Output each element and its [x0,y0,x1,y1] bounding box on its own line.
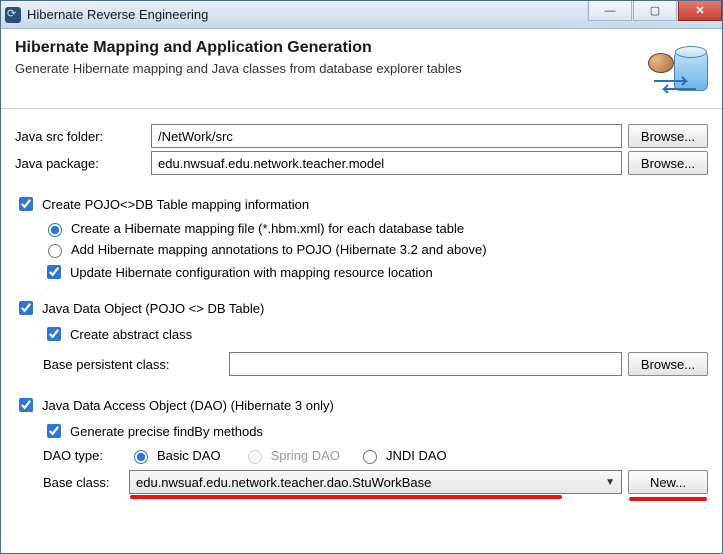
dao-checkbox[interactable] [19,398,33,412]
dialog-window: Hibernate Reverse Engineering — ▢ ✕ Hibe… [0,0,723,554]
java-package-label: Java package: [15,156,145,171]
jndi-dao-label: JNDI DAO [386,448,447,463]
page-subtitle: Generate Hibernate mapping and Java clas… [15,61,708,76]
window-controls: — ▢ ✕ [587,1,722,21]
base-class-value: edu.nwsuaf.edu.network.teacher.dao.StuWo… [136,475,431,490]
base-class-label: Base class: [43,475,123,490]
jdo-label: Java Data Object (POJO <> DB Table) [42,301,264,316]
maximize-button[interactable]: ▢ [633,1,677,21]
create-pojo-label: Create POJO<>DB Table mapping informatio… [42,197,309,212]
annotations-label: Add Hibernate mapping annotations to POJ… [71,242,487,257]
abstract-class-checkbox[interactable] [47,327,61,341]
page-title: Hibernate Mapping and Application Genera… [15,39,708,57]
basic-dao-radio[interactable] [134,450,148,464]
new-base-class-button[interactable]: New... [628,470,708,494]
abstract-class-label: Create abstract class [70,327,192,342]
java-package-input[interactable] [151,151,622,175]
window-title: Hibernate Reverse Engineering [27,7,208,22]
spring-dao-label: Spring DAO [271,448,340,463]
hbm-radio[interactable] [48,223,62,237]
minimize-button[interactable]: — [588,1,632,21]
src-browse-button[interactable]: Browse... [628,124,708,148]
basic-dao-label: Basic DAO [157,448,221,463]
jndi-dao-radio[interactable] [363,450,377,464]
bean-icon [648,53,674,73]
base-persistent-class-input[interactable] [229,352,622,376]
header-illustration [648,51,708,95]
hibernate-icon [5,7,21,23]
title-bar: Hibernate Reverse Engineering — ▢ ✕ [1,1,722,29]
findby-checkbox[interactable] [47,424,61,438]
findby-label: Generate precise findBy methods [70,424,263,439]
update-cfg-checkbox[interactable] [47,265,61,279]
annotations-radio[interactable] [48,244,62,258]
wizard-body: Java src folder: Browse... Java package:… [1,109,722,509]
hbm-label: Create a Hibernate mapping file (*.hbm.x… [71,221,464,236]
base-persistent-class-label: Base persistent class: [43,357,223,372]
wizard-header: Hibernate Mapping and Application Genera… [1,29,722,109]
base-class-combo[interactable]: edu.nwsuaf.edu.network.teacher.dao.StuWo… [129,470,622,494]
src-folder-input[interactable] [151,124,622,148]
src-folder-label: Java src folder: [15,129,145,144]
chevron-down-icon: ▼ [605,477,615,488]
arrows-icon [652,75,698,95]
close-button[interactable]: ✕ [678,1,722,21]
create-pojo-checkbox[interactable] [19,197,33,211]
pkg-browse-button[interactable]: Browse... [628,151,708,175]
jdo-checkbox[interactable] [19,301,33,315]
spring-dao-radio [248,450,262,464]
dao-type-label: DAO type: [43,448,123,463]
update-cfg-label: Update Hibernate configuration with mapp… [70,265,433,280]
bpc-browse-button[interactable]: Browse... [628,352,708,376]
dao-label: Java Data Access Object (DAO) (Hibernate… [42,398,334,413]
